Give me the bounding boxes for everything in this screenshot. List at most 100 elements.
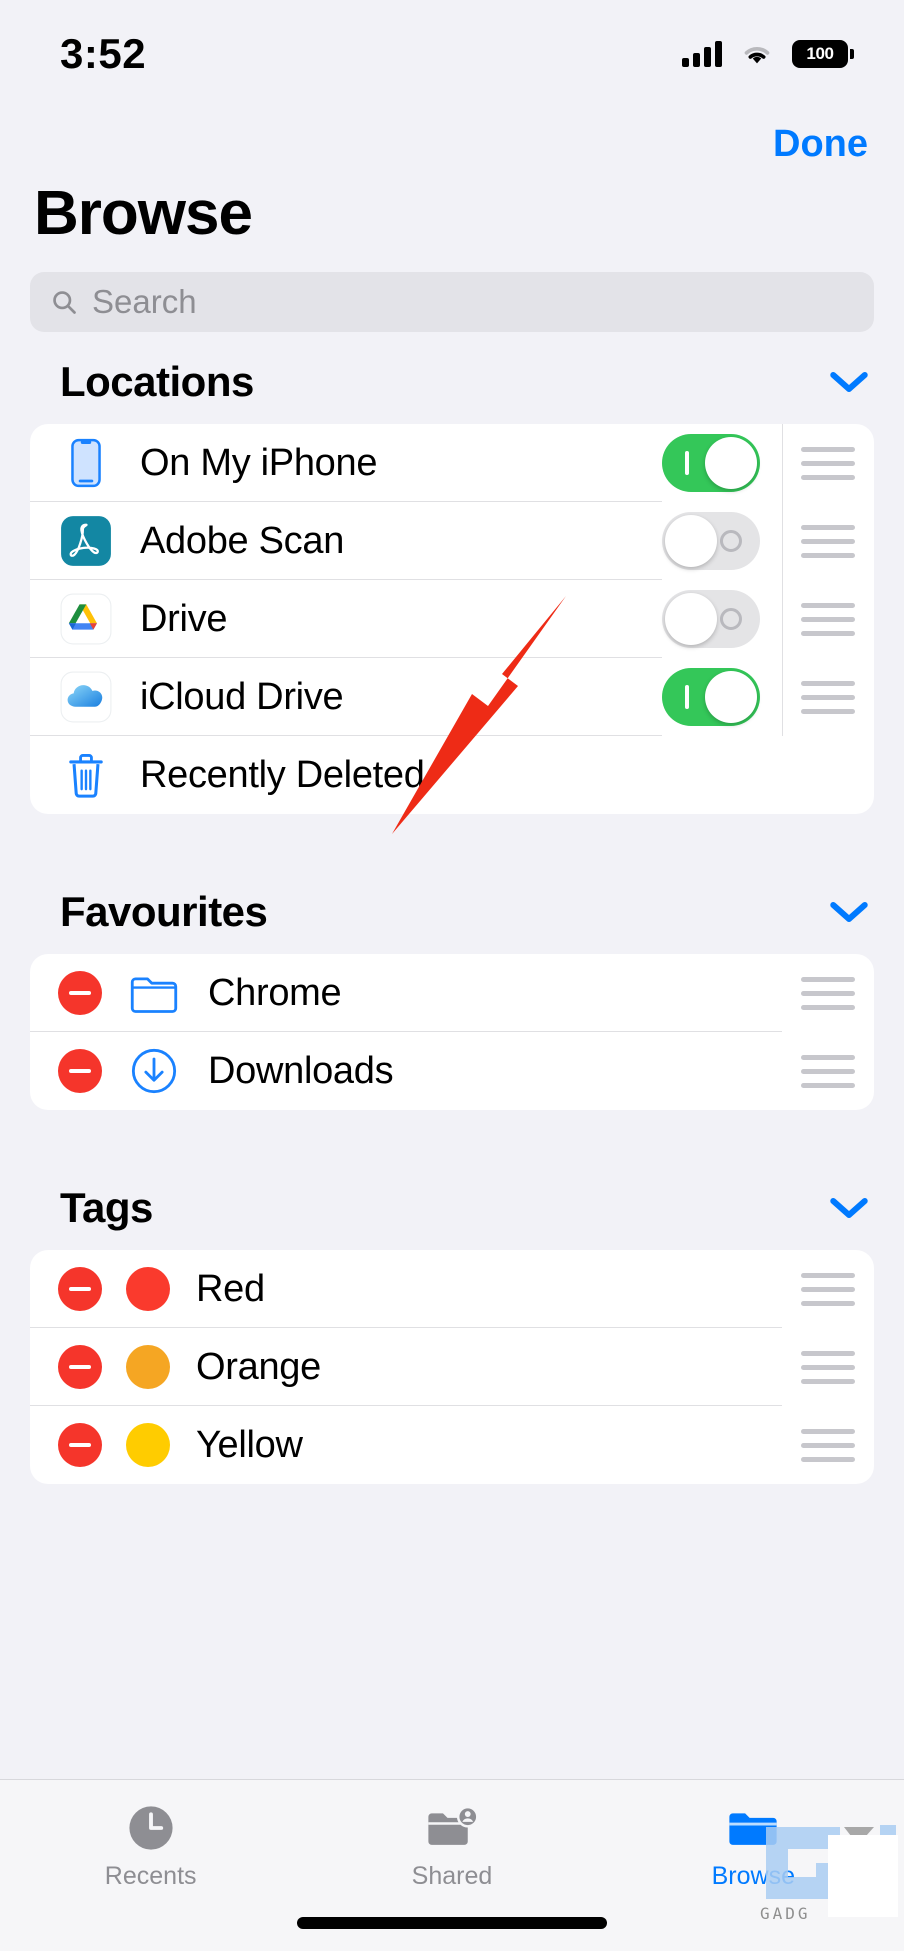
row-label: Drive [140, 597, 228, 640]
drag-handle[interactable] [782, 580, 874, 658]
row-label: On My iPhone [140, 441, 378, 484]
folder-icon [126, 965, 182, 1021]
chevron-down-icon[interactable] [828, 369, 870, 395]
iphone-screen: 3:52 100 Done Browse Search Locations On… [0, 0, 904, 1951]
home-indicator [297, 1917, 607, 1929]
drag-handle-icon [801, 680, 855, 714]
drag-handle-icon [801, 1272, 855, 1306]
trash-icon [58, 747, 114, 803]
drag-handle-icon [801, 1054, 855, 1088]
drag-handle-icon [801, 1350, 855, 1384]
drag-handle[interactable] [782, 1250, 874, 1328]
drag-handle[interactable] [782, 954, 874, 1032]
toggle-icloud-drive[interactable] [662, 668, 760, 726]
done-button[interactable]: Done [773, 123, 868, 166]
drag-handle-icon [801, 602, 855, 636]
tag-row-red[interactable]: Red [30, 1250, 782, 1328]
table-row[interactable]: iCloud Drive [30, 658, 874, 736]
cellular-signal-icon [682, 41, 722, 67]
drag-handle[interactable] [782, 1032, 874, 1110]
location-row-adobe-scan[interactable]: Adobe Scan [30, 502, 662, 580]
tags-card: Red Orange Yellow [30, 1250, 874, 1484]
table-row[interactable]: Yellow [30, 1406, 874, 1484]
table-row[interactable]: Chrome [30, 954, 874, 1032]
table-row[interactable]: Red [30, 1250, 874, 1328]
battery-icon: 100 [792, 40, 854, 68]
tab-label: Shared [411, 1862, 493, 1890]
remove-icon[interactable] [58, 971, 102, 1015]
row-accessory [662, 502, 782, 580]
location-row-icloud-drive[interactable]: iCloud Drive [30, 658, 662, 736]
row-label: Yellow [196, 1423, 303, 1466]
toggle-adobe-scan[interactable] [662, 512, 760, 570]
search-bar: Search [30, 272, 874, 332]
section-header-locations: Locations [0, 340, 904, 424]
location-row-recently-deleted[interactable]: Recently Deleted [30, 736, 874, 814]
row-label: iCloud Drive [140, 675, 344, 718]
table-row[interactable]: Recently Deleted [30, 736, 874, 814]
tag-color-dot-orange [126, 1345, 170, 1389]
tab-shared[interactable]: Shared [301, 1802, 602, 1891]
locations-card: On My iPhone Adobe Scan Drive iCloud Dri… [30, 424, 874, 814]
row-accessory [662, 424, 782, 502]
remove-icon[interactable] [58, 1049, 102, 1093]
chevron-down-icon[interactable] [828, 1195, 870, 1221]
section-title-tags: Tags [60, 1184, 153, 1231]
table-row[interactable]: Adobe Scan [30, 502, 874, 580]
status-bar-indicators: 100 [682, 40, 854, 68]
shared-folder-icon [423, 1802, 481, 1854]
drag-handle[interactable] [782, 658, 874, 736]
tag-row-yellow[interactable]: Yellow [30, 1406, 782, 1484]
nav-bar: Done [0, 108, 904, 180]
tag-color-dot-yellow [126, 1423, 170, 1467]
drag-handle[interactable] [782, 502, 874, 580]
table-row[interactable]: On My iPhone [30, 424, 874, 502]
search-icon [53, 291, 76, 314]
tab-recents[interactable]: Recents [0, 1802, 301, 1891]
row-label: Adobe Scan [140, 519, 345, 562]
remove-icon[interactable] [58, 1345, 102, 1389]
icloud-drive-icon [58, 669, 114, 725]
toggle-on-my-iphone[interactable] [662, 434, 760, 492]
battery-percentage: 100 [806, 44, 834, 63]
google-drive-icon [58, 591, 114, 647]
tag-row-orange[interactable]: Orange [30, 1328, 782, 1406]
drag-handle-icon [801, 1428, 855, 1462]
row-accessory [662, 658, 782, 736]
location-row-on-my-iphone[interactable]: On My iPhone [30, 424, 662, 502]
drag-handle[interactable] [782, 424, 874, 502]
row-label: Downloads [208, 1049, 394, 1092]
tab-browse[interactable]: Browse [603, 1802, 904, 1891]
section-header-tags: Tags [0, 1166, 904, 1250]
row-label: Chrome [208, 971, 342, 1014]
row-label: Recently Deleted [140, 753, 425, 796]
status-bar: 3:52 100 [0, 0, 904, 108]
chevron-down-icon[interactable] [828, 899, 870, 925]
table-row[interactable]: Drive [30, 580, 874, 658]
row-label: Red [196, 1267, 265, 1310]
tab-label: Recents [104, 1862, 197, 1890]
favourite-row-chrome[interactable]: Chrome [30, 954, 782, 1032]
table-row[interactable]: Orange [30, 1328, 874, 1406]
drag-handle[interactable] [782, 1406, 874, 1484]
favourite-row-downloads[interactable]: Downloads [30, 1032, 782, 1110]
location-row-drive[interactable]: Drive [30, 580, 662, 658]
drag-handle-icon [801, 446, 855, 480]
tag-color-dot-red [126, 1267, 170, 1311]
tab-label: Browse [711, 1862, 795, 1890]
section-title-locations: Locations [60, 358, 254, 405]
favourites-card: Chrome Downloads [30, 954, 874, 1110]
row-accessory [662, 580, 782, 658]
remove-icon[interactable] [58, 1423, 102, 1467]
section-title-favourites: Favourites [60, 888, 268, 935]
drag-handle[interactable] [782, 1328, 874, 1406]
search-input[interactable]: Search [30, 272, 874, 332]
table-row[interactable]: Downloads [30, 1032, 874, 1110]
content-scroll-area[interactable]: Locations On My iPhone Adobe Scan Drive … [0, 340, 904, 1951]
iphone-icon [58, 435, 114, 491]
remove-icon[interactable] [58, 1267, 102, 1311]
wifi-icon [744, 47, 770, 64]
toggle-drive[interactable] [662, 590, 760, 648]
